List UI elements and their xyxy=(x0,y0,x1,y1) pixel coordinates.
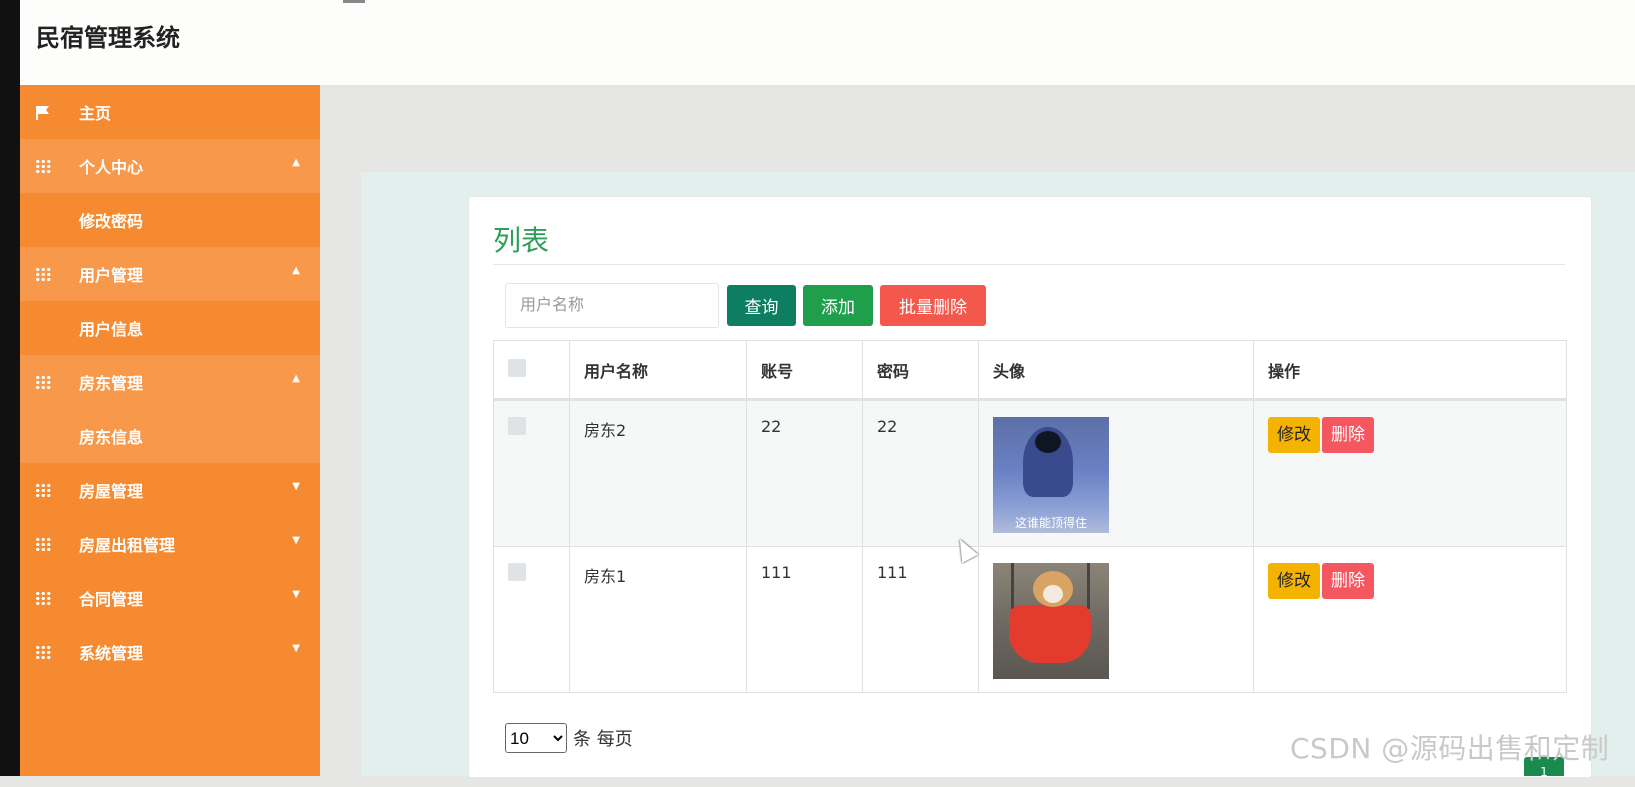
app-title: 民宿管理系统 xyxy=(36,24,180,52)
chevron-down-icon: ▼ xyxy=(292,589,300,600)
sidebar-subitem-landlord-info[interactable]: 房东信息 xyxy=(20,409,320,463)
header-avatar: 头像 xyxy=(978,340,1254,401)
cell-actions: 修改 删除 xyxy=(1253,399,1567,547)
list-card: 列表 查询 添加 批量删除 用户名称 账号 密码 头像 操作 房东2 22 22 xyxy=(468,196,1592,778)
avatar-caption: 这谁能顶得住 xyxy=(1014,516,1087,530)
chevron-up-icon: ▲ xyxy=(292,373,300,384)
cell-actions: 修改 删除 xyxy=(1253,546,1567,693)
cell-account: 111 xyxy=(746,546,863,693)
chevron-down-icon: ▼ xyxy=(292,643,300,654)
header-actions: 操作 xyxy=(1253,340,1567,401)
cell-password: 111 xyxy=(862,546,979,693)
edit-button[interactable]: 修改 xyxy=(1268,563,1320,599)
row-select-cell xyxy=(493,399,570,547)
chevron-down-icon: ▼ xyxy=(292,481,300,492)
grid-icon xyxy=(35,483,51,497)
sidebar-item-system-management[interactable]: 系统管理 ▼ xyxy=(20,625,320,679)
grid-icon xyxy=(35,645,51,659)
cell-account: 22 xyxy=(746,399,863,547)
page-title: 列表 xyxy=(493,224,550,257)
header-account: 账号 xyxy=(746,340,863,401)
header-password: 密码 xyxy=(862,340,979,401)
table-row: 房东2 22 22 这谁能顶得住 修改 删除 xyxy=(493,399,1567,547)
table-row: 房东1 111 111 修改 删除 xyxy=(493,546,1567,693)
avatar-swing xyxy=(1009,605,1091,663)
avatar-rope xyxy=(1087,563,1090,609)
sidebar-item-label: 房屋出租管理 xyxy=(79,536,176,555)
avatar-dog-face xyxy=(1043,585,1063,603)
sidebar-item-contract-management[interactable]: 合同管理 ▼ xyxy=(20,571,320,625)
sidebar-item-rental-management[interactable]: 房屋出租管理 ▼ xyxy=(20,517,320,571)
sidebar-item-label: 用户管理 xyxy=(79,266,144,285)
add-button[interactable]: 添加 xyxy=(803,285,873,326)
sidebar-item-label: 合同管理 xyxy=(79,590,144,609)
flag-icon xyxy=(35,105,51,120)
sidebar-item-personal-center[interactable]: 个人中心 ▲ xyxy=(20,139,320,193)
cell-avatar xyxy=(978,546,1254,693)
pagination: 10 条 每页 xyxy=(505,723,633,753)
delete-button[interactable]: 删除 xyxy=(1322,417,1374,453)
grid-icon xyxy=(35,267,51,281)
avatar-image xyxy=(993,563,1109,679)
avatar-image: 这谁能顶得住 xyxy=(993,417,1109,533)
table-header-row: 用户名称 账号 密码 头像 操作 xyxy=(493,340,1567,401)
sidebar-item-label: 系统管理 xyxy=(79,644,144,663)
avatar-figure-head xyxy=(1035,431,1061,453)
search-input[interactable] xyxy=(505,283,719,328)
row-checkbox[interactable] xyxy=(508,417,526,435)
select-all-checkbox[interactable] xyxy=(508,358,526,377)
row-select-cell xyxy=(493,546,570,693)
chevron-up-icon: ▲ xyxy=(292,265,300,276)
batch-delete-button[interactable]: 批量删除 xyxy=(880,285,986,326)
sidebar-item-house-management[interactable]: 房屋管理 ▼ xyxy=(20,463,320,517)
sidebar-item-landlord-management[interactable]: 房东管理 ▲ xyxy=(20,355,320,409)
sidebar-item-home[interactable]: 主页 xyxy=(20,85,320,139)
per-page-label: 条 每页 xyxy=(573,729,633,750)
chevron-up-icon: ▲ xyxy=(292,157,300,168)
divider xyxy=(493,264,1565,265)
landlord-table: 用户名称 账号 密码 头像 操作 房东2 22 22 这谁能顶得住 修改 删除 … xyxy=(493,340,1567,693)
sidebar-item-label: 房东管理 xyxy=(79,374,144,393)
sidebar-item-user-management[interactable]: 用户管理 ▲ xyxy=(20,247,320,301)
top-mark xyxy=(343,0,365,3)
grid-icon xyxy=(35,375,51,389)
sidebar-item-label: 个人中心 xyxy=(79,158,144,177)
window-left-edge xyxy=(0,0,20,776)
chevron-down-icon: ▼ xyxy=(292,535,300,546)
sidebar-item-label: 主页 xyxy=(79,104,112,123)
edit-button[interactable]: 修改 xyxy=(1268,417,1320,453)
cell-avatar: 这谁能顶得住 xyxy=(978,399,1254,547)
query-button[interactable]: 查询 xyxy=(727,285,796,326)
cell-username: 房东2 xyxy=(569,399,747,547)
row-checkbox[interactable] xyxy=(508,563,526,581)
top-bar: 民宿管理系统 xyxy=(20,0,1635,86)
select-all-cell xyxy=(493,340,570,401)
avatar-rope xyxy=(1011,563,1014,609)
grid-icon xyxy=(35,591,51,605)
sidebar: 主页 个人中心 ▲ 修改密码 用户管理 ▲ 用户信息 房东管理 ▲ 房东信息 房… xyxy=(20,85,320,776)
page-size-select[interactable]: 10 xyxy=(505,723,567,753)
sidebar-subitem-change-password[interactable]: 修改密码 xyxy=(20,193,320,247)
sidebar-subitem-user-info[interactable]: 用户信息 xyxy=(20,301,320,355)
cell-password: 22 xyxy=(862,399,979,547)
cell-username: 房东1 xyxy=(569,546,747,693)
header-username: 用户名称 xyxy=(569,340,747,401)
delete-button[interactable]: 删除 xyxy=(1322,563,1374,599)
grid-icon xyxy=(35,159,51,173)
grid-icon xyxy=(35,537,51,551)
watermark: CSDN @源码出售和定制 xyxy=(1290,732,1610,765)
sidebar-item-label: 房屋管理 xyxy=(79,482,144,501)
